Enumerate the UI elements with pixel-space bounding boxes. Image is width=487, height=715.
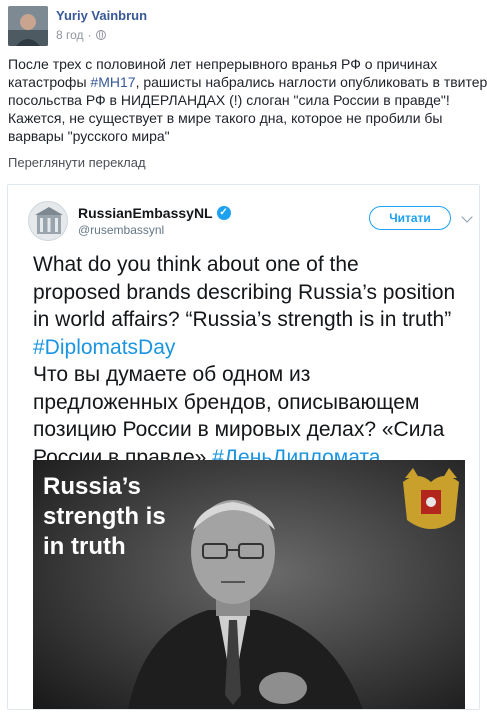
follow-button[interactable]: Читати: [369, 206, 451, 230]
tweet-text-line: in world affairs? “Russia’s strength is …: [33, 308, 452, 331]
author-avatar[interactable]: [8, 6, 48, 46]
author-name[interactable]: Yuriy Vainbrun: [56, 8, 147, 23]
post-text-fragment: катастрофы: [8, 74, 91, 90]
tweet-text: What do you think about one of the propo…: [33, 251, 455, 471]
tweet-handle[interactable]: @rusembassynl: [78, 223, 231, 237]
post-text-line: катастрофы #MH17, рашисты набрались нагл…: [8, 73, 487, 91]
tweet-header: RussianEmbassyNL ✓ @rusembassynl: [28, 201, 231, 241]
verified-badge-icon: ✓: [216, 206, 231, 220]
tweet-avatar[interactable]: [28, 201, 68, 241]
separator: ·: [87, 28, 92, 42]
slogan-line: in truth: [43, 533, 126, 560]
see-translation-link[interactable]: Переглянути переклад: [8, 155, 146, 170]
tweet-names: RussianEmbassyNL ✓ @rusembassynl: [78, 205, 231, 237]
post-submeta: 8 год ·: [56, 28, 147, 42]
tweet-display-name[interactable]: RussianEmbassyNL: [78, 205, 213, 221]
tweet-image[interactable]: Russia’s strength is in truth: [33, 460, 465, 709]
slogan-line: Russia’s: [43, 473, 141, 500]
globe-icon[interactable]: [95, 30, 106, 40]
embedded-tweet[interactable]: RussianEmbassyNL ✓ @rusembassynl Читати …: [7, 184, 480, 710]
slogan-line: strength is: [43, 503, 166, 530]
tweet-text-line: Что вы думаете об одном из: [33, 363, 311, 386]
post-text-fragment: , рашисты набрались наглости опубликоват…: [135, 74, 487, 90]
tweet-text-line: позицию России в мировых делах? «Сила: [33, 418, 445, 441]
post-text-line: Кажется, не существует в мире такого дна…: [8, 110, 443, 126]
tweet-text-line: What do you think about one of the: [33, 253, 359, 276]
hashtag-mh17[interactable]: #MH17: [90, 74, 135, 90]
tweet-account: RussianEmbassyNL ✓: [78, 205, 231, 221]
post-text: После трех с половиной лет непрерывного …: [8, 55, 487, 145]
post-text-line: После трех с половиной лет непрерывного …: [8, 56, 438, 72]
chevron-down-icon[interactable]: [461, 211, 473, 223]
post-header: Yuriy Vainbrun 8 год ·: [8, 6, 147, 48]
post-text-line: варвары "русского мира": [8, 128, 170, 144]
tweet-text-line: proposed brands describing Russia’s posi…: [33, 280, 456, 304]
post-time[interactable]: 8 год: [56, 28, 84, 42]
hashtag-diplomatsday[interactable]: #DiplomatsDay: [33, 334, 455, 362]
tweet-text-line: предложенных брендов, описывающем: [33, 390, 420, 414]
post-meta: Yuriy Vainbrun 8 год ·: [56, 8, 147, 42]
post-text-line: посольства РФ в НИДЕРЛАНДАХ (!) слоган "…: [8, 92, 450, 108]
image-slogan: Russia’s strength is in truth: [43, 472, 166, 562]
